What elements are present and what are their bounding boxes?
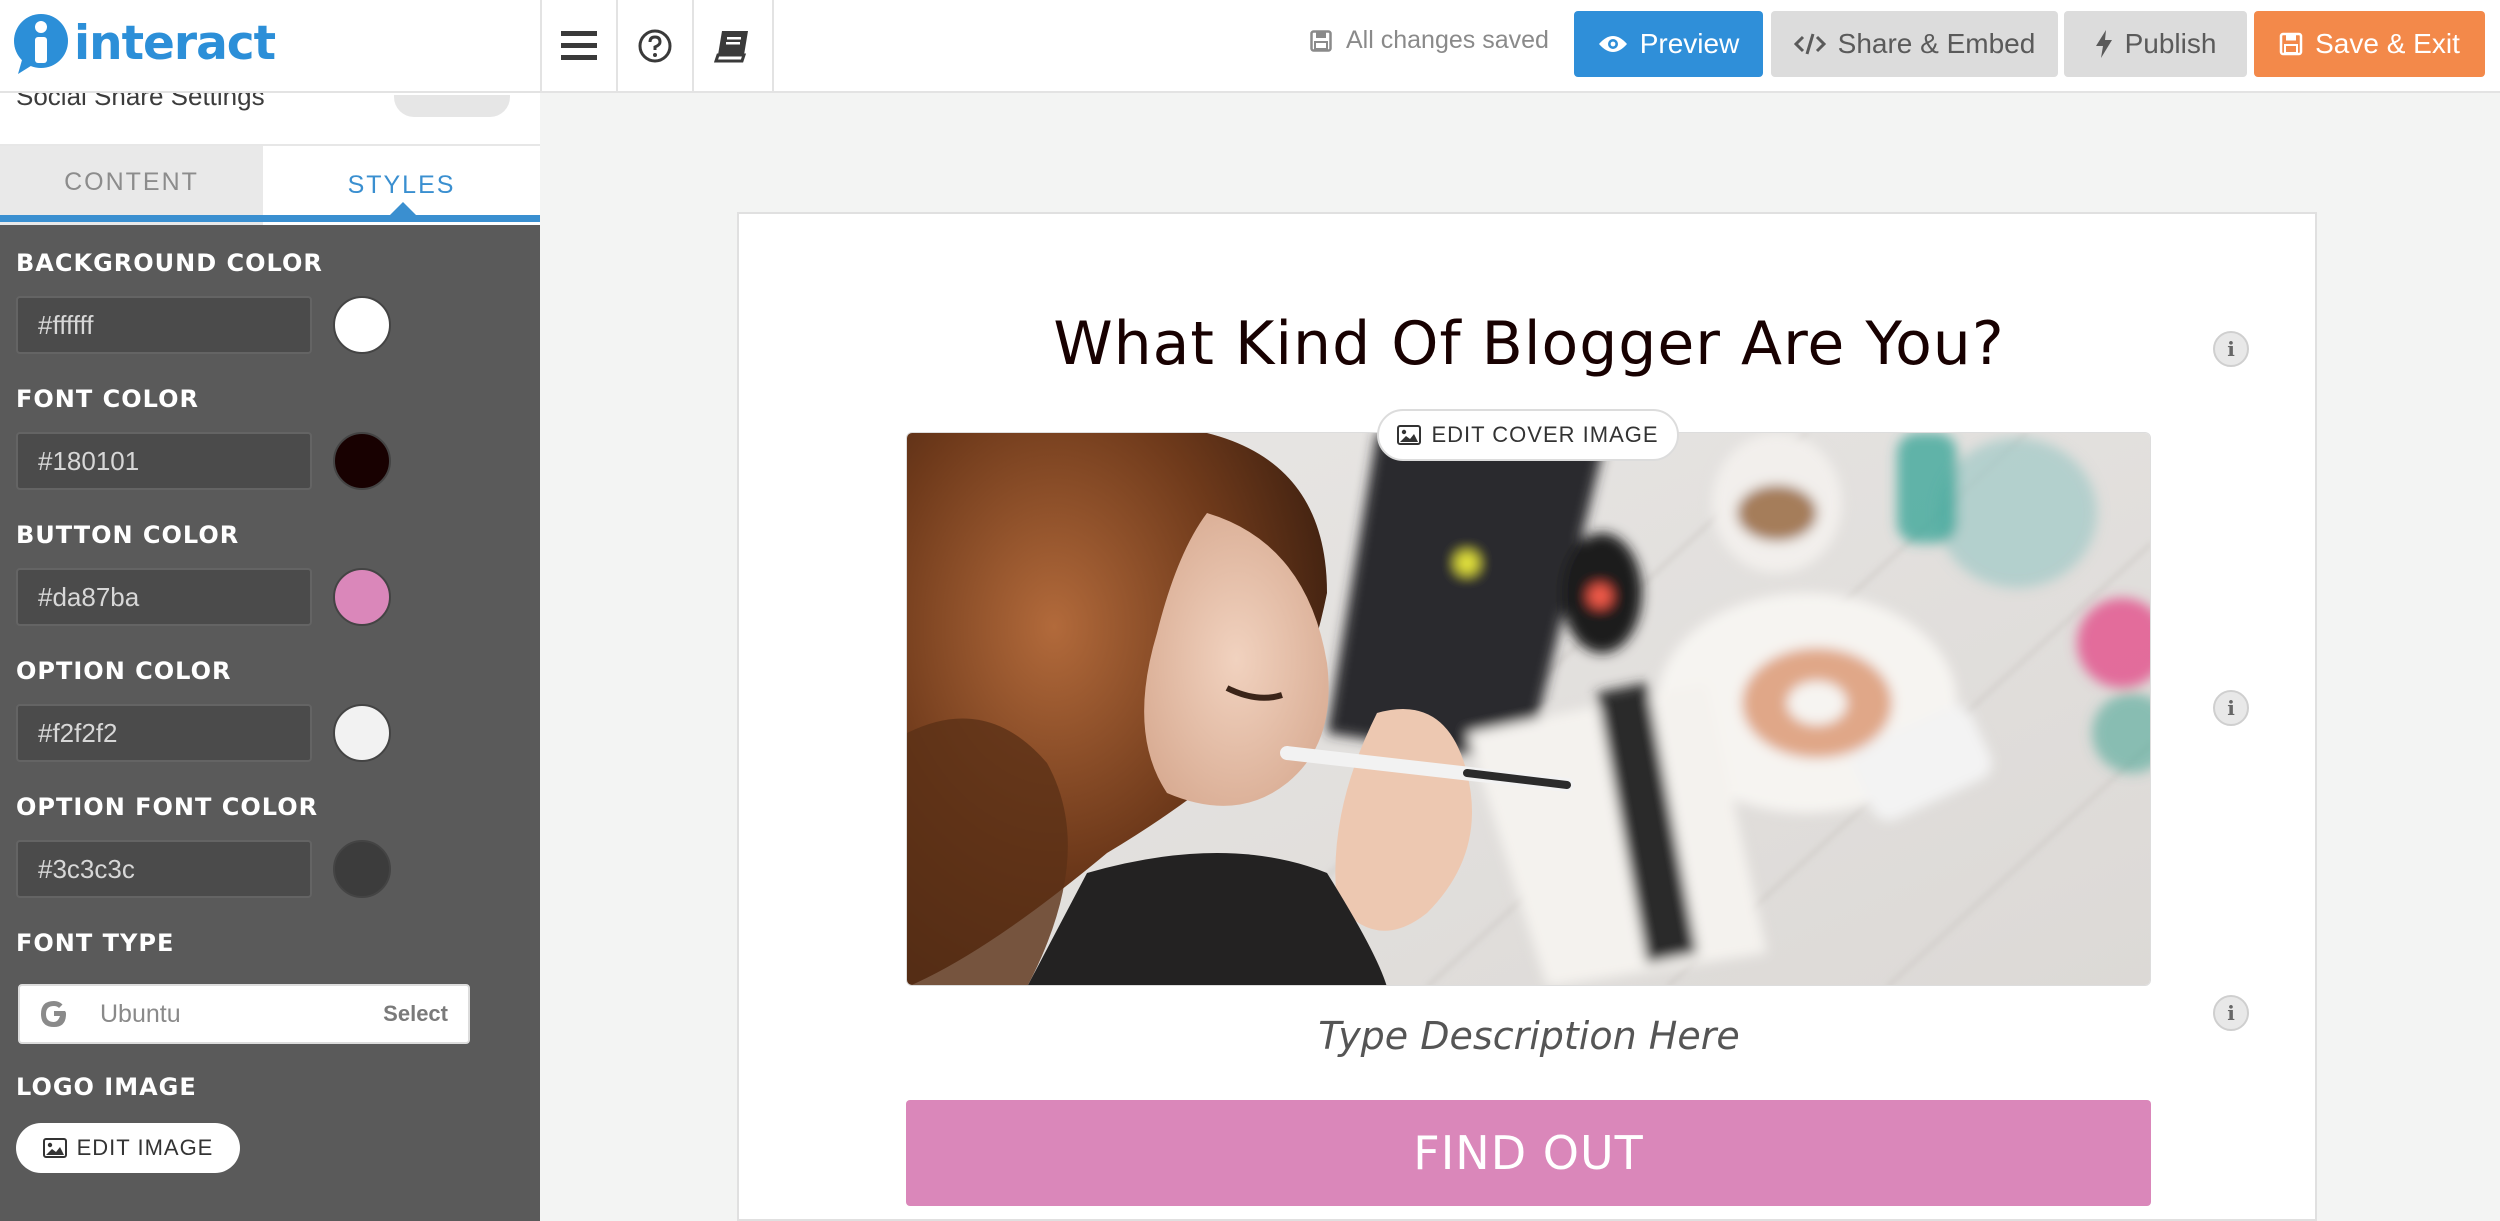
publish-button[interactable]: Publish [2064,11,2247,77]
background-color-label: BACKGROUND COLOR [16,249,323,277]
find-out-button[interactable]: FIND OUT [906,1100,2151,1206]
menu-button[interactable] [542,0,618,91]
edit-cover-image-button[interactable]: EDIT COVER IMAGE [1377,409,1679,461]
background-color-swatch[interactable] [333,296,391,354]
font-select-button[interactable]: Select [383,1001,448,1027]
cover-image[interactable] [906,432,2151,986]
image-info-icon[interactable]: i [2213,690,2249,726]
edit-image-label: EDIT IMAGE [76,1135,214,1160]
option-font-color-swatch[interactable] [333,840,391,898]
book-icon [714,30,748,62]
logo-image-label: LOGO IMAGE [16,1073,197,1101]
option-color-label: OPTION COLOR [16,657,232,685]
button-color-input[interactable]: #da87ba [16,568,312,626]
font-color-swatch[interactable] [333,432,391,490]
active-tab-caret [389,202,417,216]
social-share-toggle[interactable] [394,95,510,117]
save-disk-icon [2279,32,2303,56]
image-icon [1397,425,1422,445]
save-exit-label: Save & Exit [2315,28,2460,59]
quiz-preview-canvas: What Kind Of Blogger Are You? EDIT COVER… [737,212,2317,1221]
option-font-color-label: OPTION FONT COLOR [16,793,319,821]
hamburger-menu-icon [561,30,597,60]
share-embed-label: Share & Embed [1837,28,2036,59]
active-tab-indicator [0,215,540,222]
title-info-icon[interactable]: i [2213,331,2249,367]
lightning-bolt-icon [2095,30,2112,58]
top-toolbar: interact All changes saved Preview Share… [0,0,2500,93]
font-type-label: FONT TYPE [16,929,175,957]
quiz-description[interactable]: Type Description Here [739,1014,2319,1058]
tab-content[interactable]: CONTENT [0,146,263,225]
quiz-title[interactable]: What Kind Of Blogger Are You? [739,309,2319,379]
background-color-input[interactable]: #ffffff [16,296,312,354]
button-color-swatch[interactable] [333,568,391,626]
logo-i-icon [14,12,72,74]
style-sidebar: Social Share Settings CONTENT STYLES BAC… [0,93,540,1221]
guide-button[interactable] [694,0,774,91]
font-color-input[interactable]: #180101 [16,432,312,490]
code-icon [1793,33,1826,55]
save-status-text: All changes saved [1346,26,1549,54]
option-color-input[interactable]: #f2f2f2 [16,704,312,762]
panel-tabs: CONTENT STYLES [0,144,540,225]
font-type-value: Ubuntu [100,999,181,1028]
option-color-swatch[interactable] [333,704,391,762]
save-exit-button[interactable]: Save & Exit [2254,11,2485,77]
social-share-label: Social Share Settings [16,93,265,111]
publish-label: Publish [2124,28,2217,59]
preview-label: Preview [1639,28,1740,59]
button-color-label: BUTTON COLOR [16,521,240,549]
edit-logo-image-button[interactable]: EDIT IMAGE [16,1123,240,1173]
share-embed-button[interactable]: Share & Embed [1771,11,2058,77]
google-icon [41,1001,66,1027]
question-circle-icon [638,29,672,62]
help-button[interactable] [618,0,694,91]
edit-cover-image-label: EDIT COVER IMAGE [1431,422,1659,447]
eye-icon [1598,36,1627,52]
cover-photo [907,433,2150,985]
tool-group [540,0,774,91]
description-info-icon[interactable]: i [2213,995,2249,1031]
font-type-select[interactable]: Ubuntu Select [18,984,470,1044]
image-icon [42,1138,67,1158]
preview-button[interactable]: Preview [1574,11,1763,77]
social-share-settings-row: Social Share Settings [0,93,540,144]
floppy-disk-icon [1310,29,1332,52]
save-status: All changes saved [1310,26,1549,55]
font-color-label: FONT COLOR [16,385,199,413]
option-font-color-input[interactable]: #3c3c3c [16,840,312,898]
interact-logo[interactable]: interact [14,12,276,74]
logo-text: interact [74,15,276,71]
